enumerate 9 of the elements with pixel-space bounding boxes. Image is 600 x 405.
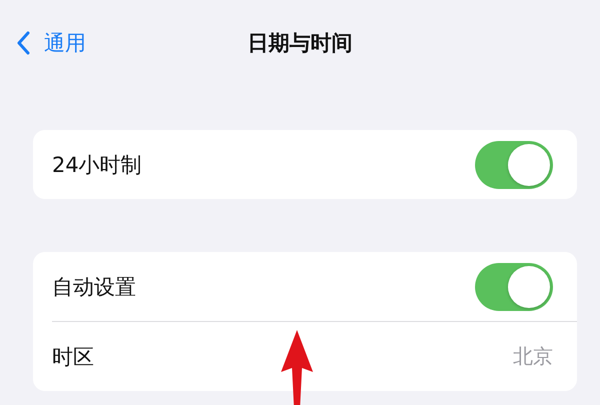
back-button[interactable]: 通用 [16,29,86,57]
setting-label: 自动设置 [52,274,136,300]
toggle-switch[interactable] [475,262,553,310]
setting-label: 时区 [52,344,94,370]
page-title: 日期与时间 [246,30,354,57]
chevron-left-icon[interactable] [16,31,30,55]
toggle-switch[interactable] [475,140,553,188]
setting-value[interactable]: 北京 [513,343,553,370]
setting-label: 24小时制 [52,152,142,178]
